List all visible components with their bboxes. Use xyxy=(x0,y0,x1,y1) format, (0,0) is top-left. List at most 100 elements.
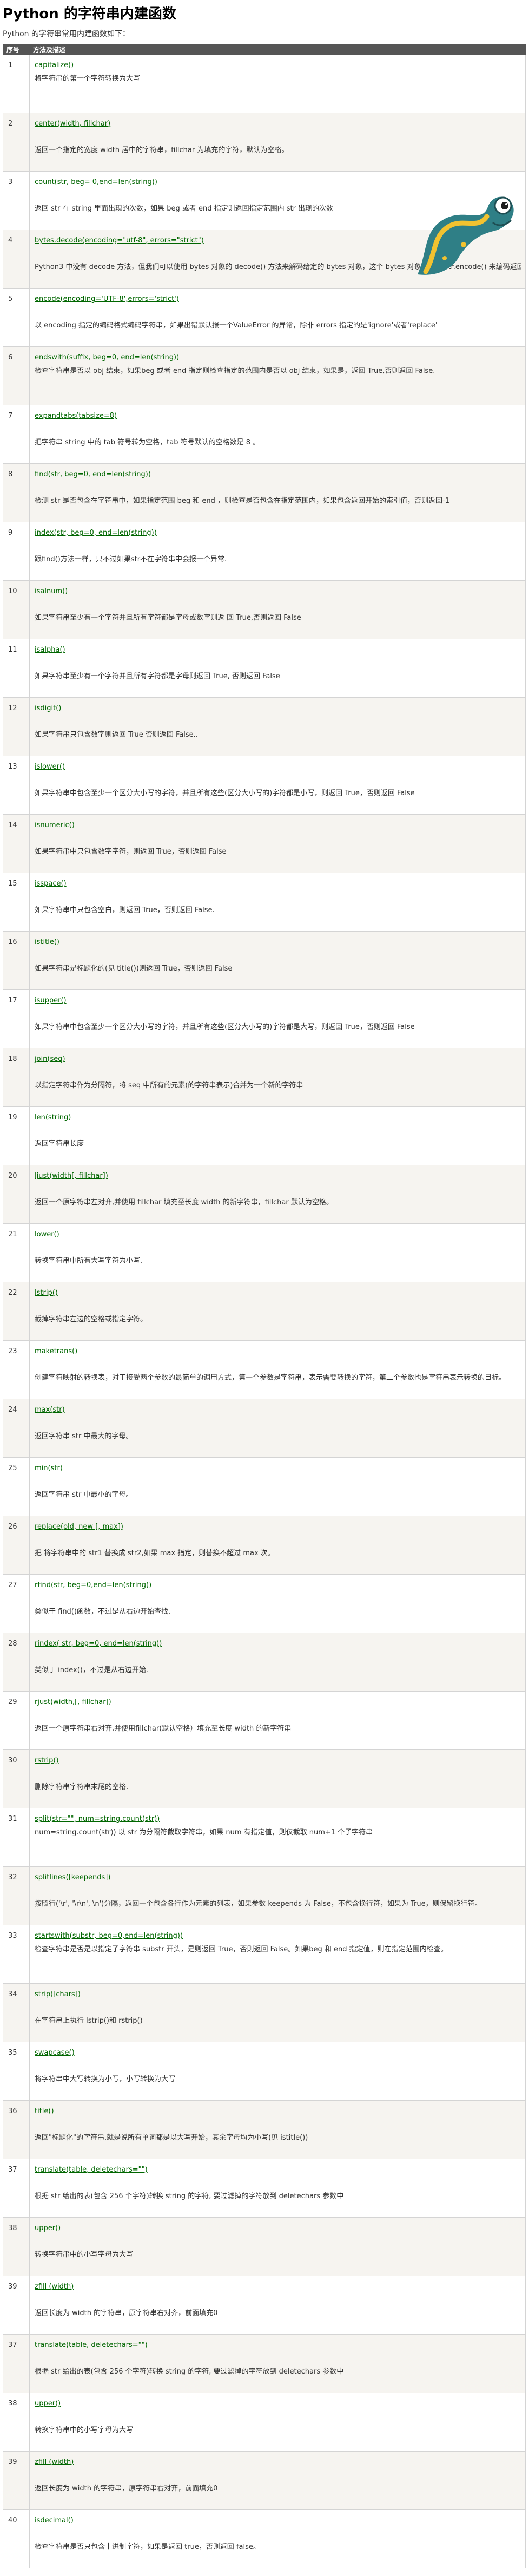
method-description: 以 encoding 指定的编码格式编码字符串，如果出错默认报一个ValueEr… xyxy=(35,322,438,330)
method-link[interactable]: title() xyxy=(35,2106,54,2116)
method-link[interactable]: isalpha() xyxy=(35,645,65,655)
row-spacer xyxy=(35,1707,521,1723)
method-link[interactable]: bytes.decode(encoding="utf-8", errors="s… xyxy=(35,235,204,246)
method-link[interactable]: index(str, beg=0, end=len(string)) xyxy=(35,528,157,538)
row-description: replace(old, new [, max]) 把 将字符串中的 str1 替… xyxy=(29,1516,526,1575)
method-link[interactable]: lstrip() xyxy=(35,1288,58,1298)
method-link[interactable]: rindex( str, beg=0, end=len(string)) xyxy=(35,1638,162,1649)
table-row: 5 encode(encoding='UTF-8',errors='strict'… xyxy=(3,288,526,347)
method-description: 转换字符串中所有大写字符为小写. xyxy=(35,1257,143,1265)
table-row: 23 maketrans() 创建字符映射的转换表，对于接受两个参数的最简单的调用方… xyxy=(3,1340,526,1399)
method-link[interactable]: upper() xyxy=(35,2223,61,2233)
method-link[interactable]: replace(old, new [, max]) xyxy=(35,1522,123,1532)
method-link[interactable]: join(seq) xyxy=(35,1054,65,1064)
method-description: 返回长度为 width 的字符串，原字符串右对齐，前面填充0 xyxy=(35,2309,218,2317)
method-link[interactable]: lower() xyxy=(35,1229,59,1240)
method-link[interactable]: len(string) xyxy=(35,1112,71,1123)
method-link[interactable]: isnumeric() xyxy=(35,820,75,830)
row-description: istitle() 如果字符串是标题化的(见 title())则返回 True，否… xyxy=(29,931,526,990)
method-link[interactable]: endswith(suffix, beg=0, end=len(string)) xyxy=(35,352,179,363)
method-link[interactable]: ljust(width[, fillchar]) xyxy=(35,1171,108,1181)
method-link[interactable]: islower() xyxy=(35,762,65,772)
row-description: endswith(suffix, beg=0, end=len(string))… xyxy=(29,346,526,405)
row-index: 6 xyxy=(3,346,30,405)
method-description: 把 将字符串中的 str1 替换成 str2,如果 max 指定，则替换不超过 … xyxy=(35,1549,275,1557)
method-link[interactable]: isspace() xyxy=(35,879,67,889)
method-link[interactable]: rjust(width,[, fillchar]) xyxy=(35,1697,111,1707)
row-index: 33 xyxy=(3,1925,30,1984)
row-description: zfill (width) 返回长度为 width 的字符串，原字符串右对齐，前面… xyxy=(29,2451,526,2510)
method-link[interactable]: center(width, fillchar) xyxy=(35,119,110,129)
table-row: 34 strip([chars]) 在字符串上执行 lstrip()和 rstrip… xyxy=(3,1983,526,2042)
method-link[interactable]: encode(encoding='UTF-8',errors='strict') xyxy=(35,294,179,304)
row-index: 17 xyxy=(3,989,30,1048)
method-description: 将字符串中大写转换为小写，小写转换为大写 xyxy=(35,2075,176,2083)
method-link[interactable]: expandtabs(tabsize=8) xyxy=(35,411,117,421)
method-description: 类似于 find()函数，不过是从右边开始查找. xyxy=(35,1608,171,1616)
row-description: expandtabs(tabsize=8) 把字符串 string 中的 tab … xyxy=(29,405,526,464)
row-spacer xyxy=(35,655,521,671)
table-row: 31 split(str="", num=string.count(str)) nu… xyxy=(3,1808,526,1867)
row-index: 24 xyxy=(3,1399,30,1458)
row-index: 14 xyxy=(3,814,30,873)
method-link[interactable]: isdecimal() xyxy=(35,2515,74,2526)
table-header-row: 序号 方法及描述 xyxy=(3,44,526,55)
table-row: 20 ljust(width[, fillchar]) 返回一个原字符串左对齐,并使… xyxy=(3,1165,526,1224)
row-description: index(str, beg=0, end=len(string)) 跟find(… xyxy=(29,522,526,581)
method-link[interactable]: count(str, beg= 0,end=len(string)) xyxy=(35,177,157,187)
row-spacer xyxy=(35,1123,521,1139)
method-link[interactable]: rstrip() xyxy=(35,1755,59,1766)
method-link[interactable]: upper() xyxy=(35,2398,61,2409)
method-link[interactable]: translate(table, deletechars="") xyxy=(35,2165,148,2175)
method-link[interactable]: swapcase() xyxy=(35,2048,75,2058)
method-description: 如果字符串至少有一个字符并且所有字符都是字母或数字则返 回 True,否则返回 … xyxy=(35,614,301,622)
row-description: rjust(width,[, fillchar]) 返回一个原字符串右对齐,并使用… xyxy=(29,1691,526,1750)
table-row: 32 splitlines([keepends]) 按照行('\r', '\r\n'… xyxy=(3,1866,526,1925)
row-spacer xyxy=(35,947,521,963)
methods-table: 序号 方法及描述 1 capitalize() 将字符串的第一个字符转换为大写 2 ce… xyxy=(3,44,526,2568)
method-description: 转换字符串中的小写字母为大写 xyxy=(35,2426,134,2434)
table-row: 7 expandtabs(tabsize=8) 把字符串 string 中的 tab… xyxy=(3,405,526,464)
row-index: 1 xyxy=(3,54,30,113)
table-row: 26 replace(old, new [, max]) 把 将字符串中的 str1… xyxy=(3,1516,526,1575)
row-index: 37 xyxy=(3,2159,30,2218)
method-link[interactable]: strip([chars]) xyxy=(35,1989,81,2000)
row-description: upper() 转换字符串中的小写字母为大写 xyxy=(29,2393,526,2452)
method-link[interactable]: zfill (width) xyxy=(35,2282,74,2292)
table-row: 16 istitle() 如果字符串是标题化的(见 title())则返回 True… xyxy=(3,931,526,990)
method-description: 返回一个原字符串左对齐,并使用 fillchar 填充至长度 width 的新字… xyxy=(35,1198,333,1207)
method-link[interactable]: max(str) xyxy=(35,1405,65,1415)
row-description: rstrip() 删除字符串字符串末尾的空格. xyxy=(29,1749,526,1808)
method-link[interactable]: startswith(substr, beg=0,end=len(string)… xyxy=(35,1931,183,1941)
table-row: 27 rfind(str, beg=0,end=len(string)) 类似于 f… xyxy=(3,1574,526,1633)
row-index: 28 xyxy=(3,1633,30,1692)
method-link[interactable]: isupper() xyxy=(35,995,67,1006)
method-description: 将字符串的第一个字符转换为大写 xyxy=(35,75,141,83)
table-row: 35 swapcase() 将字符串中大写转换为小写，小写转换为大写 xyxy=(3,2042,526,2101)
row-spacer xyxy=(35,2350,521,2367)
method-link[interactable]: min(str) xyxy=(35,1463,63,1473)
method-link[interactable]: istitle() xyxy=(35,937,59,947)
row-spacer xyxy=(35,2467,521,2483)
row-spacer xyxy=(35,2233,521,2250)
row-description: translate(table, deletechars="") 根据 str 给… xyxy=(29,2159,526,2218)
snake-eye-icon xyxy=(494,196,512,215)
method-link[interactable]: rfind(str, beg=0,end=len(string)) xyxy=(35,1580,151,1590)
method-link[interactable]: isalnum() xyxy=(35,586,68,597)
table-row: 28 rindex( str, beg=0, end=len(string)) 类似… xyxy=(3,1633,526,1692)
row-spacer xyxy=(35,1415,521,1431)
row-spacer xyxy=(35,1006,521,1022)
row-spacer xyxy=(35,1181,521,1197)
method-link[interactable]: splitlines([keepends]) xyxy=(35,1872,110,1883)
row-index: 20 xyxy=(3,1165,30,1224)
method-link[interactable]: find(str, beg=0, end=len(string)) xyxy=(35,469,151,480)
method-link[interactable]: translate(table, deletechars="") xyxy=(35,2340,148,2350)
method-link[interactable]: maketrans() xyxy=(35,1346,77,1356)
method-link[interactable]: capitalize() xyxy=(35,60,74,70)
row-index: 21 xyxy=(3,1223,30,1282)
method-link[interactable]: split(str="", num=string.count(str)) xyxy=(35,1814,160,1824)
method-description: 以指定字符串作为分隔符，将 seq 中所有的元素(的字符串表示)合并为一个新的字… xyxy=(35,1081,303,1090)
method-link[interactable]: zfill (width) xyxy=(35,2457,74,2467)
method-link[interactable]: isdigit() xyxy=(35,703,61,713)
row-index: 37 xyxy=(3,2334,30,2393)
